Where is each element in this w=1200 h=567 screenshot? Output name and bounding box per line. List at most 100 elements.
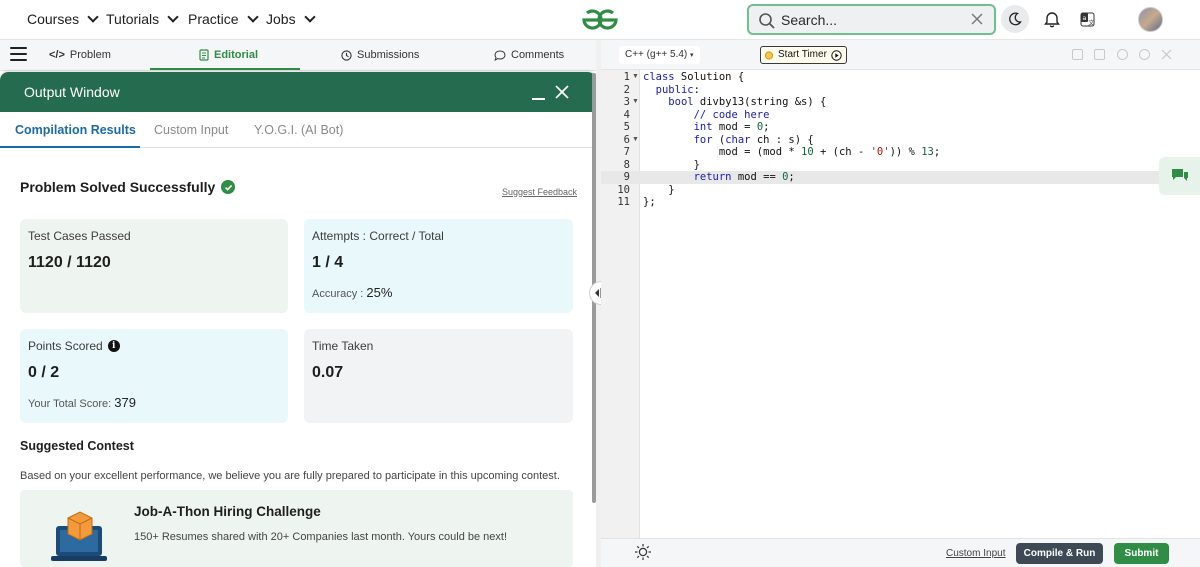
code-line-10: }	[643, 183, 675, 196]
test-cases-label: Test Cases Passed	[28, 229, 131, 243]
gfg-logo[interactable]	[576, 7, 624, 33]
suggested-contest-text: Based on your excellent performance, we …	[20, 470, 560, 482]
code-token: // code here	[693, 108, 770, 121]
suggest-feedback-link[interactable]: Suggest Feedback	[502, 187, 577, 197]
compile-run-button[interactable]: Compile & Run	[1016, 543, 1103, 564]
nav-courses[interactable]: Courses	[27, 11, 99, 27]
code-token: public	[655, 83, 694, 96]
code-token: for	[693, 133, 713, 146]
moon-icon	[1009, 12, 1022, 26]
accuracy-row: Accuracy : 25%	[312, 285, 392, 300]
fold-arrow-icon[interactable]: ▼	[632, 98, 639, 105]
search-icon	[759, 13, 775, 29]
contest-title: Job-A-Thon Hiring Challenge	[134, 504, 321, 519]
fold-arrow-icon[interactable]: ▼	[632, 136, 639, 143]
accuracy-label: Accuracy :	[312, 288, 364, 300]
editor-footer	[601, 538, 1200, 567]
language-label: C++ (g++ 5.4)	[625, 49, 688, 60]
tab-problem[interactable]: </> Problem	[49, 49, 111, 61]
start-timer-button[interactable]: Start Timer	[760, 46, 847, 64]
output-window-title: Output Window	[24, 84, 120, 100]
code-line-5: int mod = 0;	[693, 121, 770, 133]
tab-compilation-results[interactable]: Compilation Results	[15, 123, 136, 137]
fold-arrow-icon[interactable]: ▼	[632, 73, 639, 80]
code-icon: </>	[49, 49, 65, 61]
tab-yogi-ai-bot[interactable]: Y.O.G.I. (AI Bot)	[254, 123, 343, 137]
info-icon[interactable]: i	[107, 340, 120, 352]
line-number: 4	[623, 108, 630, 121]
export-icon[interactable]	[1094, 49, 1105, 60]
theme-sun-icon[interactable]	[634, 543, 652, 561]
search-input[interactable]: Search...	[781, 12, 837, 28]
points-label-row: Points Scored i	[28, 339, 120, 353]
active-tab-indicator	[0, 146, 140, 148]
line-number: 10	[617, 183, 630, 196]
tab-custom-input[interactable]: Custom Input	[154, 123, 228, 137]
translate-icon: a 文	[1080, 12, 1094, 27]
nav-tutorials[interactable]: Tutorials	[106, 11, 179, 27]
accuracy-value: 25%	[366, 285, 393, 300]
line-number: 8	[623, 158, 630, 171]
contest-card[interactable]: Job-A-Thon Hiring Challenge 150+ Resumes…	[20, 490, 573, 567]
time-label: Time Taken	[312, 339, 374, 353]
line-number: 3	[623, 96, 630, 108]
time-card: Time Taken 0.07	[304, 329, 573, 423]
minimize-icon[interactable]	[532, 98, 545, 100]
chevron-down-icon	[303, 11, 316, 23]
language-selector[interactable]: C++ (g++ 5.4) ▾	[619, 46, 700, 64]
tab-problem-label: Problem	[69, 49, 111, 61]
custom-input-link[interactable]: Custom Input	[946, 548, 1005, 559]
fullscreen-icon[interactable]	[1161, 49, 1172, 60]
nav-practice[interactable]: Practice	[188, 11, 259, 27]
tab-comments[interactable]: Comments	[494, 49, 564, 61]
menu-icon[interactable]	[10, 47, 27, 65]
notifications-button[interactable]	[1038, 5, 1066, 33]
close-icon[interactable]	[555, 85, 569, 99]
line-number: 1	[623, 71, 630, 83]
code-token: '0'	[870, 146, 890, 158]
search-bar[interactable]: Search...	[747, 4, 996, 35]
test-cases-card: Test Cases Passed 1120 / 1120	[20, 219, 288, 313]
nav-jobs[interactable]: Jobs	[266, 11, 316, 27]
result-status: Problem Solved Successfully	[20, 179, 236, 195]
play-icon	[831, 49, 842, 61]
code-line-4: // code here	[643, 108, 770, 122]
tab-submissions[interactable]: Submissions	[341, 49, 419, 61]
total-score-row: Your Total Score: 379	[28, 395, 136, 410]
attempts-card: Attempts : Correct / Total 1 / 4 Accurac…	[304, 219, 573, 313]
result-status-text: Problem Solved Successfully	[20, 179, 216, 195]
code-token: int	[693, 121, 713, 133]
start-timer-label: Start Timer	[778, 49, 827, 60]
points-label: Points Scored	[28, 339, 103, 353]
settings-icon[interactable]	[1117, 49, 1128, 60]
code-token: 13	[921, 146, 934, 158]
tab-editorial-label: Editorial	[214, 49, 259, 61]
output-window: Output Window Compilation Results Custom…	[0, 72, 596, 567]
user-avatar[interactable]	[1138, 7, 1163, 32]
total-score-value: 379	[114, 395, 136, 410]
code-token: char	[725, 133, 751, 146]
code-line-8: }	[643, 158, 700, 171]
reset-icon[interactable]	[1139, 49, 1150, 60]
line-number: 11	[617, 196, 630, 208]
code-line-2: public:	[655, 83, 700, 96]
tab-editorial[interactable]: Editorial	[199, 49, 258, 61]
attempts-label: Attempts : Correct / Total	[312, 229, 444, 243]
chat-button[interactable]	[1159, 157, 1200, 195]
submit-button[interactable]: Submit	[1114, 543, 1169, 564]
nav-practice-label: Practice	[188, 11, 239, 27]
close-icon[interactable]	[970, 12, 984, 26]
total-score-label: Your Total Score:	[28, 398, 112, 410]
nav-tutorials-label: Tutorials	[106, 11, 160, 27]
tab-comments-label: Comments	[511, 49, 565, 61]
line-number: 2	[623, 83, 630, 96]
attempts-value: 1 / 4	[312, 254, 344, 271]
translate-button[interactable]: a 文	[1073, 5, 1101, 33]
clock-icon	[341, 49, 352, 61]
code-token: return	[693, 171, 732, 183]
code-token: 0	[756, 121, 764, 133]
line-number: 6	[623, 133, 630, 146]
code-token: 0	[782, 171, 789, 183]
dark-mode-toggle[interactable]	[1001, 5, 1029, 33]
copy-icon[interactable]	[1072, 49, 1083, 60]
